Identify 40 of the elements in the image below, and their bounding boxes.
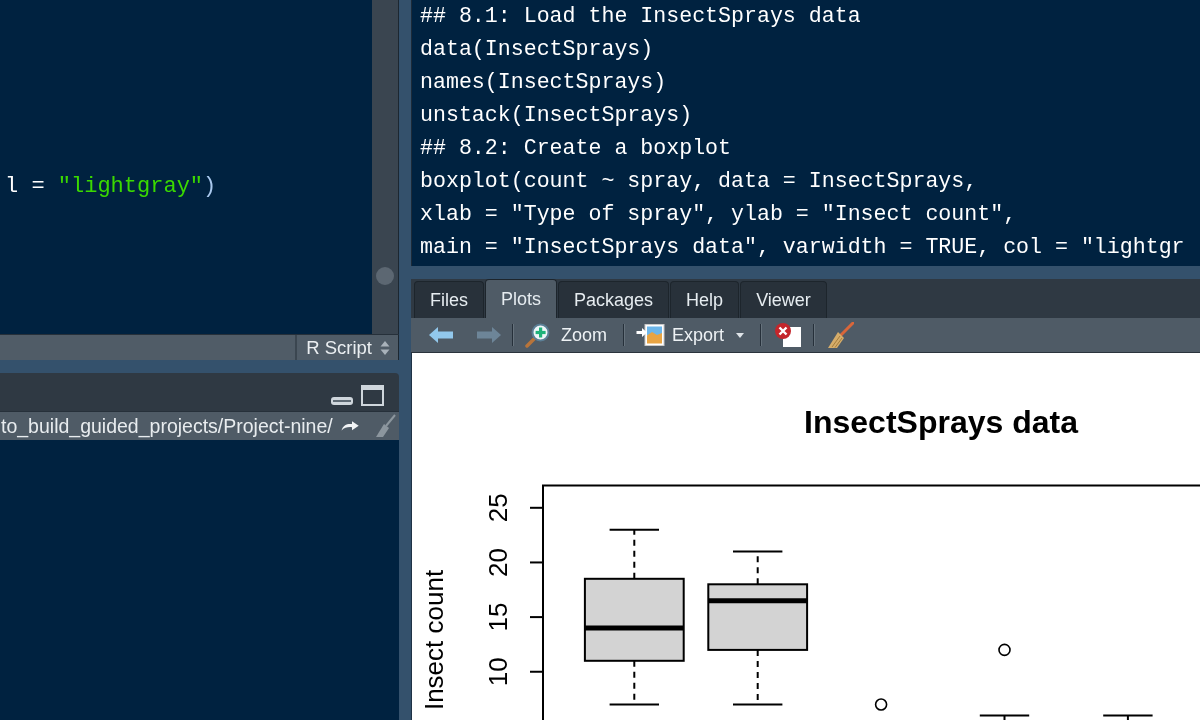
- code-line: ## 8.2: Create a boxplot: [420, 135, 732, 162]
- pane-tab[interactable]: Plots: [485, 279, 558, 318]
- broom-icon[interactable]: [374, 414, 396, 438]
- maximize-icon[interactable]: [361, 385, 384, 406]
- pane-tab[interactable]: Help: [670, 281, 740, 318]
- caret-icon: [736, 332, 745, 338]
- file-type-button[interactable]: R Script: [295, 335, 399, 360]
- y-tick-label: 10: [483, 657, 513, 687]
- export-button[interactable]: Export: [631, 320, 750, 350]
- curved-arrow-icon[interactable]: [340, 421, 359, 431]
- x-circle-page-icon[interactable]: [774, 322, 803, 348]
- working-directory-path: to_build_guided_projects/Project-nine/: [1, 414, 333, 438]
- plot-title: InsectSprays data: [804, 404, 1078, 440]
- code-line: l = "lightgray"): [5, 173, 218, 201]
- whisker: [978, 714, 1031, 720]
- whisker: [1102, 714, 1154, 720]
- code-line: ## 8.1: Load the InsectSprays data: [420, 3, 862, 30]
- outlier-point: [998, 643, 1011, 657]
- code-line: unstack(InsectSprays): [420, 102, 694, 129]
- zoom-button[interactable]: Zoom: [520, 320, 612, 350]
- pane-tab[interactable]: Files: [414, 281, 484, 318]
- minimize-icon[interactable]: [330, 396, 354, 406]
- y-tick-label: 15: [483, 602, 513, 632]
- up-down-arrows-icon: [380, 339, 390, 356]
- left-arrow-icon[interactable]: [429, 327, 453, 343]
- broom-icon[interactable]: [827, 321, 855, 349]
- outlier-point: [874, 698, 888, 711]
- magnifier-plus-icon: [525, 322, 550, 348]
- pane-tab[interactable]: Packages: [558, 281, 670, 318]
- scrollbar-thumb[interactable]: [376, 267, 394, 285]
- code-line: boxplot(count ~ spray, data = InsectSprays,: [420, 168, 979, 195]
- code-line: names(InsectSprays): [420, 69, 668, 96]
- y-tick-label: 25: [483, 493, 513, 523]
- code-line: data(InsectSprays): [420, 36, 655, 63]
- code-line: main = "InsectSprays data", varwidth = TRUE, col = "lightgr: [420, 234, 1186, 261]
- pane-tab[interactable]: Viewer: [740, 281, 827, 318]
- picture-icon: [636, 323, 665, 347]
- code-line: xlab = "Type of spray", ylab = "Insect count",: [420, 201, 1018, 228]
- y-axis-label: Insect count: [419, 569, 449, 711]
- y-tick-label: 20: [483, 548, 513, 577]
